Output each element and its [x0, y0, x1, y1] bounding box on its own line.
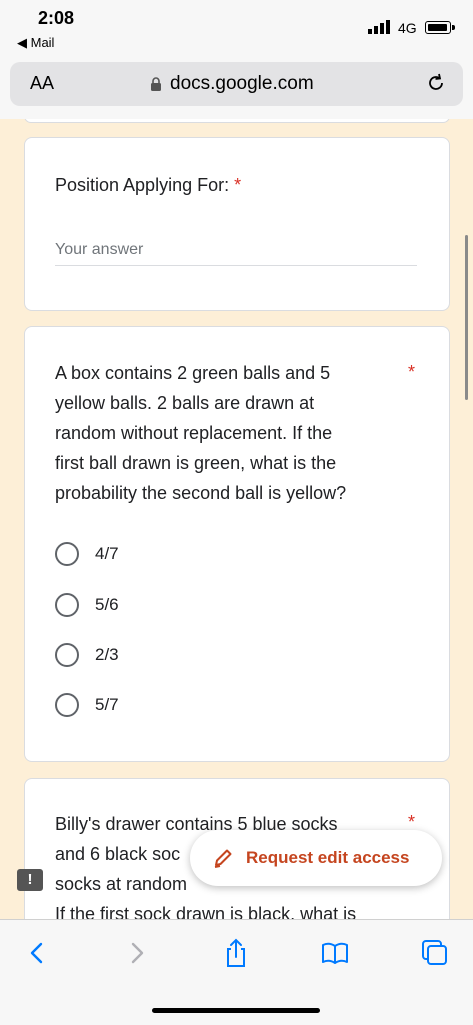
option-label: 4/7	[95, 544, 119, 563]
request-edit-access-button[interactable]: Request edit access	[190, 830, 442, 886]
pencil-icon	[214, 849, 232, 868]
radio-circle-icon[interactable]	[55, 693, 79, 717]
feedback-flag-icon[interactable]: !	[17, 869, 43, 891]
address-bar[interactable]: AA docs.google.com	[10, 62, 463, 106]
previous-card-edge	[24, 119, 450, 123]
question-title: Position Applying For: *	[55, 175, 242, 195]
url-text: docs.google.com	[170, 73, 314, 94]
back-icon[interactable]	[22, 938, 52, 968]
bookmarks-icon[interactable]	[320, 938, 350, 968]
answer-input[interactable]: Your answer	[55, 241, 417, 266]
question-card-balls: A box contains 2 green balls and 5 yello…	[24, 326, 450, 762]
radio-circle-icon[interactable]	[55, 643, 79, 667]
lock-icon	[151, 76, 161, 91]
status-bar: 2:08 ◀ Mail 4G	[0, 0, 473, 60]
option-radio[interactable]: 5/7	[55, 693, 119, 717]
back-to-mail-link[interactable]: ◀ Mail	[17, 35, 54, 51]
network-type: 4G	[398, 20, 417, 36]
radio-circle-icon[interactable]	[55, 593, 79, 617]
option-radio[interactable]: 2/3	[55, 643, 119, 667]
text-size-button[interactable]: AA	[30, 73, 54, 94]
required-marker: *	[407, 362, 415, 382]
radio-circle-icon[interactable]	[55, 542, 79, 566]
reload-icon[interactable]	[425, 72, 447, 94]
option-label: 5/7	[95, 695, 119, 714]
tabs-icon[interactable]	[420, 938, 450, 968]
option-radio[interactable]: 5/6	[55, 593, 119, 617]
form-page: Position Applying For: * Your answer A b…	[0, 119, 473, 919]
url-field[interactable]: docs.google.com	[150, 73, 314, 95]
share-icon[interactable]	[221, 938, 251, 968]
scrollbar[interactable]	[465, 235, 468, 400]
signal-icon	[368, 20, 390, 34]
question-text: A box contains 2 green balls and 5 yello…	[55, 363, 347, 503]
option-radio[interactable]: 4/7	[55, 542, 119, 566]
request-edit-label: Request edit access	[246, 848, 410, 867]
forward-icon[interactable]	[122, 938, 152, 968]
option-label: 5/6	[95, 595, 119, 614]
option-label: 2/3	[95, 645, 119, 664]
clock: 2:08	[38, 8, 75, 28]
question-card-position: Position Applying For: * Your answer	[24, 137, 450, 311]
battery-icon	[425, 21, 455, 34]
home-indicator[interactable]	[152, 1008, 320, 1013]
